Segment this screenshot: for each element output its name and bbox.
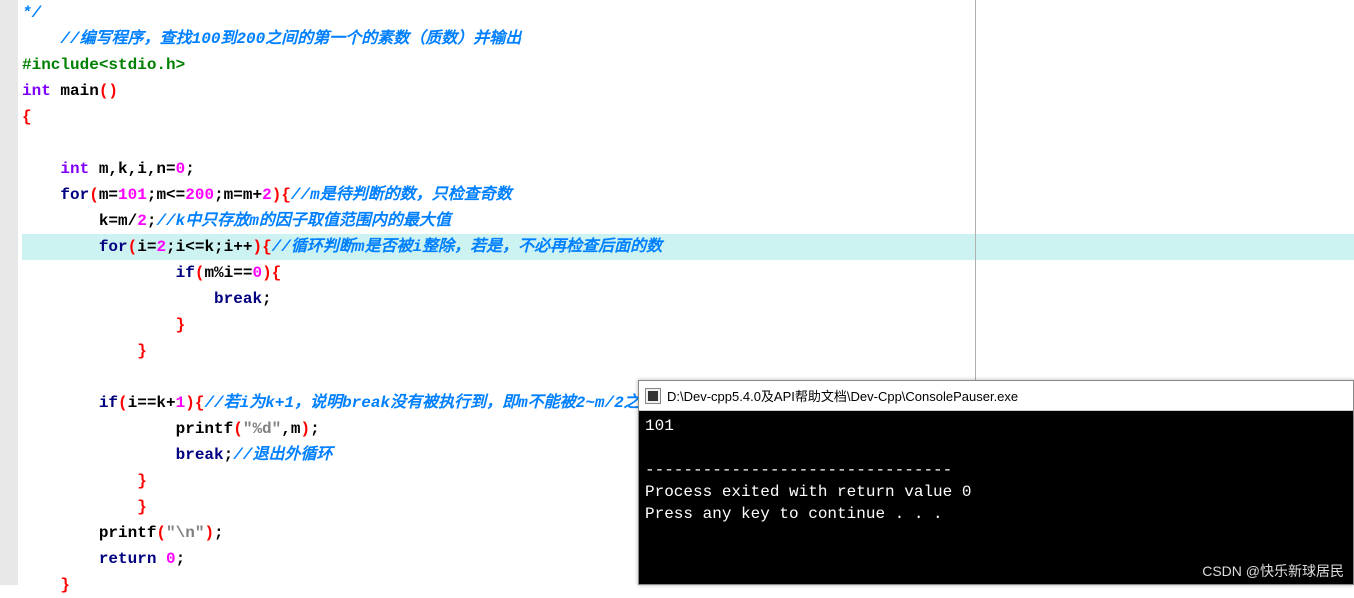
identifier: main bbox=[51, 82, 99, 100]
code-line[interactable]: } bbox=[22, 312, 1354, 338]
console-window[interactable]: D:\Dev-cpp5.4.0及API帮助文档\Dev-Cpp\ConsoleP… bbox=[638, 380, 1354, 585]
code-line[interactable]: if(m%i==0){ bbox=[22, 260, 1354, 286]
watermark: CSDN @快乐新球居民 bbox=[1202, 561, 1344, 581]
code-line[interactable] bbox=[22, 130, 1354, 156]
code-line[interactable]: { bbox=[22, 104, 1354, 130]
console-icon bbox=[645, 388, 661, 404]
code-line[interactable]: #include<stdio.h> bbox=[22, 52, 1354, 78]
include-directive: #include bbox=[22, 56, 99, 74]
code-line[interactable]: k=m/2;//k中只存放m的因子取值范围内的最大值 bbox=[22, 208, 1354, 234]
gutter bbox=[0, 0, 18, 585]
comment-text: */ bbox=[22, 4, 41, 22]
console-titlebar[interactable]: D:\Dev-cpp5.4.0及API帮助文档\Dev-Cpp\ConsoleP… bbox=[639, 381, 1353, 411]
code-line[interactable]: */ bbox=[22, 0, 1354, 26]
code-line[interactable]: int m,k,i,n=0; bbox=[22, 156, 1354, 182]
include-header: <stdio.h> bbox=[99, 56, 185, 74]
type-keyword: int bbox=[22, 82, 51, 100]
comment-text: //编写程序，查找100到200之间的第一个的素数（质数）并输出 bbox=[60, 30, 521, 48]
console-title-text: D:\Dev-cpp5.4.0及API帮助文档\Dev-Cpp\ConsoleP… bbox=[667, 386, 1018, 405]
code-line[interactable]: //编写程序，查找100到200之间的第一个的素数（质数）并输出 bbox=[22, 26, 1354, 52]
code-line[interactable]: int main() bbox=[22, 78, 1354, 104]
code-line-highlighted[interactable]: for(i=2;i<=k;i++){//循环判断m是否被i整除，若是，不必再检查… bbox=[22, 234, 1354, 260]
console-output: 101 -------------------------------- Pro… bbox=[639, 411, 1353, 584]
code-line[interactable]: break; bbox=[22, 286, 1354, 312]
margin-line bbox=[975, 0, 976, 380]
code-line[interactable]: for(m=101;m<=200;m=m+2){//m是待判断的数，只检查奇数 bbox=[22, 182, 1354, 208]
code-line[interactable]: } bbox=[22, 338, 1354, 364]
